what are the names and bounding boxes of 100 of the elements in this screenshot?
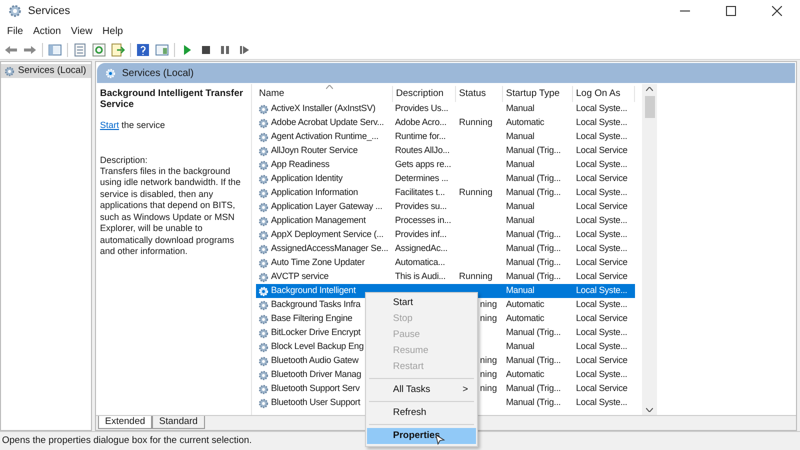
table-cell: Runtime for... (395, 131, 446, 142)
service-name[interactable]: Bluetooth Support Serv (271, 382, 360, 396)
column-header[interactable]: Description (393, 86, 456, 102)
menu-option[interactable]: All Tasks > (367, 382, 476, 398)
table-cell: Local Syste... (576, 229, 628, 240)
service-name[interactable]: Agent Activation Runtime_... (271, 130, 378, 144)
table-cell: Local Service (576, 145, 628, 156)
table-cell: Local Service (576, 313, 628, 324)
service-name[interactable]: BitLocker Drive Encrypt (271, 326, 360, 340)
gear-icon (258, 300, 269, 310)
refresh-icon[interactable] (92, 42, 106, 56)
gear-icon (258, 188, 269, 198)
gear-icon (258, 118, 269, 128)
service-name[interactable]: Background Intelligent (271, 284, 356, 298)
table-cell: Manual (Trig... (506, 327, 561, 338)
service-name[interactable]: AssignedAccessManager Se... (271, 242, 388, 256)
table-cell: Local Syste... (576, 243, 628, 254)
table-cell: Manual (Trig... (506, 257, 561, 268)
service-name[interactable]: Block Level Backup Eng (271, 340, 364, 354)
service-name[interactable]: Bluetooth Driver Manag (271, 368, 362, 382)
view-tab[interactable]: Standard (152, 416, 205, 429)
status-text: Opens the properties dialogue box for the current selection. (2, 434, 252, 448)
service-name[interactable]: Application Management (271, 214, 366, 228)
pane-title: Services (Local) (122, 66, 194, 80)
menu-option[interactable]: Start (367, 295, 476, 311)
table-cell: Manual (506, 103, 534, 114)
table-cell: Local Syste... (576, 369, 628, 380)
gear-icon (258, 160, 269, 170)
gear-icon (258, 370, 269, 380)
service-name[interactable]: AVCTP service (271, 270, 329, 284)
service-title: Background Intelligent Transfer Service (100, 88, 244, 110)
menu-item[interactable]: View (66, 24, 98, 38)
gear-icon (258, 398, 269, 408)
console-tree-icon[interactable] (48, 42, 62, 56)
service-name[interactable]: AllJoyn Router Service (271, 144, 358, 158)
gear-icon (258, 342, 269, 352)
column-header[interactable]: Startup Type (503, 86, 573, 102)
gear-icon (258, 146, 269, 156)
service-name[interactable]: Application Information (271, 186, 358, 200)
table-cell: Local Syste... (576, 299, 628, 310)
table-cell: ning (480, 369, 498, 380)
table-cell: Provides su... (395, 201, 447, 212)
table-cell: Provides Us... (395, 103, 448, 114)
table-cell: Processes in... (395, 215, 452, 226)
scrollbar[interactable] (642, 84, 657, 415)
table-cell: Local Service (576, 383, 628, 394)
gear-icon (258, 286, 269, 296)
service-name[interactable]: Base Filtering Engine (271, 312, 352, 326)
service-name[interactable]: ActiveX Installer (AxInstSV) (271, 102, 376, 116)
service-name[interactable]: AppX Deployment Service (... (271, 228, 384, 242)
gear-icon (258, 314, 269, 324)
window-icon[interactable] (155, 42, 169, 56)
table-cell: Manual (Trig... (506, 243, 561, 254)
service-name[interactable]: App Readiness (271, 158, 330, 172)
properties-icon[interactable] (73, 42, 87, 56)
menu-item[interactable]: Help (97, 24, 128, 38)
menu-option[interactable]: Refresh (367, 405, 476, 421)
service-name[interactable]: Bluetooth User Support (271, 396, 360, 410)
gear-icon (258, 258, 269, 268)
table-cell: Local Syste... (576, 215, 628, 226)
scroll-down-icon[interactable] (646, 408, 653, 412)
table-cell: Manual (Trig... (506, 271, 561, 282)
column-header[interactable]: Name (256, 86, 393, 102)
gear-icon (258, 272, 269, 282)
table-cell: Manual (Trig... (506, 229, 561, 240)
gear-icon (258, 104, 269, 114)
table-cell: Manual (506, 215, 534, 226)
menu-option[interactable]: Properties (367, 428, 476, 444)
table-cell: Local Service (576, 271, 628, 282)
menu-item[interactable]: Action (28, 24, 66, 38)
scroll-up-icon[interactable] (646, 87, 653, 91)
service-name[interactable]: Adobe Acrobat Update Serv... (271, 116, 384, 130)
start-link[interactable]: Start (100, 120, 120, 130)
view-tab[interactable]: Extended (98, 416, 152, 429)
service-name[interactable]: Application Layer Gateway ... (271, 200, 382, 214)
tree-item[interactable]: Services (Local) (1, 64, 91, 78)
gear-icon (258, 174, 269, 184)
export-icon[interactable] (111, 42, 125, 56)
table-cell: This is Audi... (395, 271, 446, 282)
table-cell: Automatic (506, 299, 544, 310)
help-icon[interactable] (136, 42, 150, 56)
menu-item[interactable]: File (2, 24, 28, 38)
service-name[interactable]: Bluetooth Audio Gatew (271, 354, 358, 368)
table-cell: Gets apps re... (395, 159, 452, 170)
column-header[interactable]: Status (456, 86, 503, 102)
table-cell: Local Syste... (576, 285, 628, 296)
scroll-thumb[interactable] (644, 96, 654, 118)
gear-icon (105, 68, 116, 78)
table-cell: Local Syste... (576, 117, 628, 128)
service-name[interactable]: Auto Time Zone Updater (271, 256, 365, 270)
table-cell: Facilitates t... (395, 187, 445, 198)
table-cell: Manual (Trig... (506, 355, 561, 366)
gear-icon (258, 230, 269, 240)
table-cell: Automatic (506, 313, 544, 324)
service-name[interactable]: Background Tasks Infra (271, 298, 360, 312)
service-name[interactable]: Application Identity (271, 172, 343, 186)
column-header[interactable]: Log On As (573, 86, 635, 102)
table-cell: Provides inf... (395, 229, 447, 240)
gear-icon (258, 244, 269, 254)
sort-caret-icon (326, 85, 333, 89)
